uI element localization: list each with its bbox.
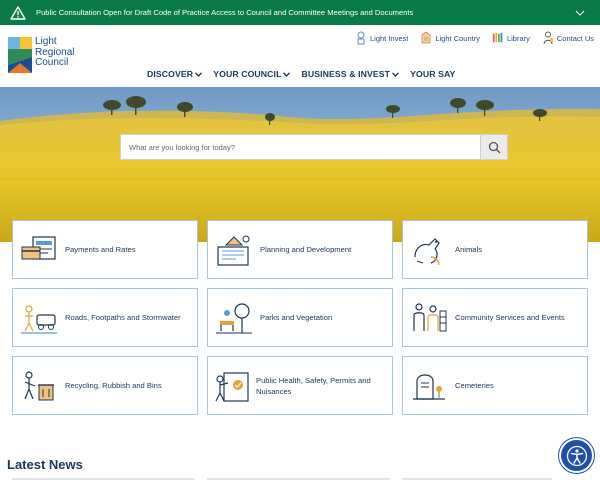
search-bar <box>120 134 508 160</box>
hero-canola-field-image <box>0 87 600 242</box>
chevron-down-icon[interactable] <box>560 10 600 16</box>
cemeteries-icon <box>407 364 451 408</box>
search-input[interactable] <box>120 134 480 160</box>
chevron-down-icon <box>195 71 203 77</box>
logo-line-1: Light <box>35 36 57 47</box>
utility-link-label: Contact Us <box>556 33 594 43</box>
community-icon <box>407 296 451 340</box>
tile-label: Public Health, Safety, Permits and Nuisa… <box>256 375 371 396</box>
utility-link-label: Light Invest <box>369 33 409 43</box>
nav-label: BUSINESS & INVEST <box>301 69 391 79</box>
nav-your-say[interactable]: YOUR SAY <box>410 69 455 79</box>
warning-icon <box>0 0 36 25</box>
hero-banner <box>0 87 600 242</box>
main-nav: DISCOVER YOUR COUNCIL BUSINESS & INVEST … <box>147 69 455 79</box>
nav-your-council[interactable]: YOUR COUNCIL <box>213 69 291 79</box>
tile-roads-footpaths-stormwater[interactable]: Roads, Footpaths and Stormwater <box>12 288 198 347</box>
library-icon <box>492 32 503 43</box>
nav-discover[interactable]: DISCOVER <box>147 69 203 79</box>
latest-news-heading: Latest News <box>7 457 83 472</box>
logo-mark-icon <box>8 37 32 73</box>
contact-icon <box>543 31 553 45</box>
nav-label: YOUR SAY <box>410 69 456 79</box>
utility-link-label: Library <box>506 33 530 43</box>
tile-parks-and-vegetation[interactable]: Parks and Vegetation <box>207 288 393 347</box>
tile-payments-and-rates[interactable]: Payments and Rates <box>12 220 198 279</box>
recycling-icon <box>17 364 61 408</box>
tile-label: Recycling, Rubbish and Bins <box>65 381 162 390</box>
chevron-down-icon <box>392 71 400 77</box>
logo-line-3: Council <box>35 57 69 68</box>
tile-label: Community Services and Events <box>455 313 565 322</box>
tile-label: Roads, Footpaths and Stormwater <box>65 313 181 322</box>
site-header: Light Regional Council Light Invest Ligh… <box>0 25 600 87</box>
search-icon <box>488 141 500 153</box>
animals-icon <box>407 228 451 272</box>
utility-link-label: Light Country <box>435 33 480 43</box>
nav-business-invest[interactable]: BUSINESS & INVEST <box>301 69 400 79</box>
light-invest-icon <box>357 31 365 45</box>
utility-link-light-invest[interactable]: Light Invest <box>355 31 408 45</box>
site-logo[interactable]: Light Regional Council <box>8 36 74 73</box>
alert-message[interactable]: Public Consultation Open for Draft Code … <box>36 8 560 17</box>
public-health-icon <box>212 364 252 408</box>
planning-icon <box>212 228 256 272</box>
tile-label: Payments and Rates <box>65 245 136 254</box>
tile-label: Parks and Vegetation <box>260 313 333 322</box>
tile-label: Planning and Development <box>260 245 352 254</box>
alert-banner[interactable]: Public Consultation Open for Draft Code … <box>0 0 600 25</box>
payments-icon <box>17 228 61 272</box>
accessibility-icon <box>566 445 587 466</box>
utility-link-light-country[interactable]: Light Country <box>420 31 480 45</box>
tile-planning-and-development[interactable]: Planning and Development <box>207 220 393 279</box>
tile-label: Cemeteries <box>455 381 494 390</box>
parks-icon <box>212 296 256 340</box>
tile-public-health-safety[interactable]: Public Health, Safety, Permits and Nuisa… <box>207 356 393 415</box>
nav-label: DISCOVER <box>147 69 194 79</box>
tile-community-services-events[interactable]: Community Services and Events <box>402 288 588 347</box>
tile-recycling-rubbish-bins[interactable]: Recycling, Rubbish and Bins <box>12 356 198 415</box>
chevron-down-icon <box>283 71 291 77</box>
nav-label: YOUR COUNCIL <box>213 69 282 79</box>
utility-link-library[interactable]: Library <box>492 31 530 45</box>
tile-cemeteries[interactable]: Cemeteries <box>402 356 588 415</box>
utility-link-contact[interactable]: Contact Us <box>542 31 594 45</box>
search-button[interactable] <box>480 134 508 160</box>
tile-animals[interactable]: Animals <box>402 220 588 279</box>
roads-icon <box>17 296 61 340</box>
tile-label: Animals <box>455 245 483 254</box>
light-country-icon <box>421 31 431 44</box>
accessibility-button[interactable] <box>561 440 592 471</box>
utility-nav: Light Invest Light Country Library Conta… <box>355 31 594 45</box>
